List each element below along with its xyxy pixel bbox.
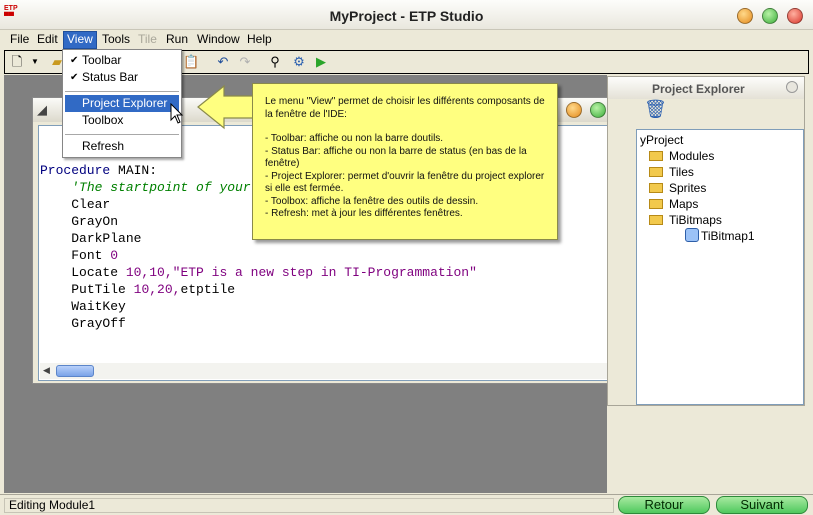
code-comment: 'The startpoint of your	[71, 180, 251, 195]
menu-bar: File Edit View Tools Tile Run Window Hel…	[0, 30, 813, 49]
tree-label: TiBitmaps	[669, 213, 722, 227]
status-text: Editing Module1	[4, 498, 614, 513]
callout-intro: Le menu "View" permet de choisir les dif…	[265, 96, 545, 120]
menu-run[interactable]: Run	[163, 32, 191, 48]
code-string: "ETP is a new step in TI-Programmation"	[172, 265, 477, 280]
tree-label: Maps	[669, 197, 699, 211]
menu-view[interactable]: View	[63, 31, 97, 49]
folder-icon	[649, 215, 663, 225]
menu-tools[interactable]: Tools	[99, 32, 133, 48]
checkmark-icon: ✔	[70, 72, 79, 83]
project-explorer-title: Project Explorer	[608, 77, 804, 99]
menu-separator	[65, 134, 179, 135]
paste-icon[interactable]: 📋	[183, 54, 199, 70]
project-explorer-panel: Project Explorer 🗑 yProject Modules Tile…	[607, 76, 805, 406]
tree-label: Sprites	[669, 181, 707, 195]
callout-line: - Project Explorer: permet d'ouvrir la f…	[265, 170, 545, 195]
code-number: 10,20,	[133, 282, 181, 297]
folder-icon	[649, 183, 663, 193]
code-line: PutTile	[71, 282, 134, 297]
folder-icon	[649, 167, 663, 177]
tree-label: Modules	[669, 149, 715, 163]
menu-item-label: Refresh	[82, 139, 125, 153]
close-button[interactable]	[787, 8, 803, 24]
code-text-segment: etptile	[180, 282, 236, 297]
tree-folder-sprites[interactable]: Sprites	[649, 180, 706, 196]
horizontal-scroll-thumb[interactable]	[56, 365, 94, 377]
menu-separator	[65, 91, 179, 92]
mouse-cursor-icon	[170, 103, 184, 124]
find-binoculars-icon[interactable]: ⚲	[267, 54, 283, 70]
view-menu-status-bar[interactable]: ✔ Status Bar	[65, 69, 179, 86]
code-keyword: Procedure	[40, 163, 111, 178]
code-line: Font	[71, 248, 111, 263]
menu-item-label: Status Bar	[82, 70, 139, 84]
tree-folder-tiles[interactable]: Tiles	[649, 164, 694, 180]
help-callout: Le menu "View" permet de choisir les dif…	[252, 83, 558, 240]
view-menu-refresh[interactable]: Refresh	[65, 138, 179, 155]
view-menu-project-explorer[interactable]: Project Explorer	[65, 95, 179, 112]
horizontal-scrollbar[interactable]: ◀ ▶	[40, 363, 618, 379]
code-line: DarkPlane	[71, 231, 142, 246]
trash-icon[interactable]: 🗑	[644, 99, 667, 120]
scroll-left-icon[interactable]: ◀	[43, 365, 50, 376]
status-bar: Editing Module1 Retour Suivant	[0, 494, 813, 515]
menu-tile: Tile	[138, 32, 157, 46]
callout-line: - Toolbar: affiche ou non la barre douti…	[265, 133, 444, 144]
run-play-icon[interactable]: ▶	[313, 54, 329, 70]
code-maximize-button[interactable]	[590, 102, 606, 118]
code-line: GrayOn	[71, 214, 119, 229]
title-bar: ETP ▀▀ MyProject - ETP Studio	[0, 0, 813, 30]
code-minimize-button[interactable]	[566, 102, 582, 118]
tree-root[interactable]: yProject	[640, 132, 683, 148]
redo-icon: ↷	[239, 54, 251, 69]
checkmark-icon: ✔	[70, 55, 79, 66]
code-line: WaitKey	[71, 299, 126, 314]
code-text-segment: MAIN:	[110, 163, 158, 178]
new-file-icon[interactable]: 🗋	[9, 54, 25, 70]
project-explorer-close-button[interactable]	[786, 81, 798, 93]
code-number: 0	[110, 248, 119, 263]
tree-folder-tibitmaps[interactable]: TiBitmaps	[649, 212, 722, 228]
menu-window[interactable]: Window	[194, 32, 243, 48]
menu-item-label: Project Explorer	[82, 96, 168, 110]
tree-label: TiBitmap1	[701, 229, 755, 243]
tree-label: Tiles	[669, 165, 694, 179]
tree-folder-modules[interactable]: Modules	[649, 148, 714, 164]
view-menu-toolbar[interactable]: ✔ Toolbar	[65, 52, 179, 69]
settings-gear-icon[interactable]: ⚙	[291, 54, 307, 70]
window-title: MyProject - ETP Studio	[329, 8, 484, 24]
callout-line: - Refresh: met à jour les différentes fe…	[265, 208, 463, 219]
tree-item-tibitmap1[interactable]: TiBitmap1	[685, 228, 755, 244]
menu-item-label: Toolbar	[82, 53, 122, 67]
menu-edit[interactable]: Edit	[34, 32, 61, 48]
minimize-button[interactable]	[737, 8, 753, 24]
module-icon: ◢	[37, 102, 47, 117]
dropdown-arrow-icon[interactable]: ▼	[27, 54, 43, 70]
view-menu-toolbox[interactable]: Toolbox	[65, 112, 179, 129]
callout-line: - Status Bar: affiche ou non la barre de…	[265, 145, 527, 170]
code-line: Locate	[71, 265, 126, 280]
callout-arrow-icon	[197, 84, 257, 130]
tree-folder-maps[interactable]: Maps	[649, 196, 698, 212]
callout-line: - Toolbox: affiche la fenêtre des outils…	[265, 195, 479, 207]
menu-file[interactable]: File	[7, 32, 32, 48]
menu-help[interactable]: Help	[244, 32, 275, 48]
menu-item-label: Toolbox	[82, 113, 124, 127]
code-line: GrayOff	[71, 316, 126, 331]
project-tree: yProject Modules Tiles Sprites Maps TiBi…	[636, 129, 804, 405]
folder-icon	[649, 199, 663, 209]
maximize-button[interactable]	[762, 8, 778, 24]
code-number: 10,10,	[125, 265, 173, 280]
bitmap-icon	[685, 228, 699, 242]
code-line: Clear	[71, 197, 111, 212]
folder-icon	[649, 151, 663, 161]
back-button[interactable]: Retour	[618, 496, 710, 514]
view-menu-dropdown: ✔ Toolbar ✔ Status Bar Project Explorer To…	[62, 49, 182, 158]
next-button[interactable]: Suivant	[716, 496, 808, 514]
undo-icon[interactable]: ↶	[215, 54, 231, 70]
